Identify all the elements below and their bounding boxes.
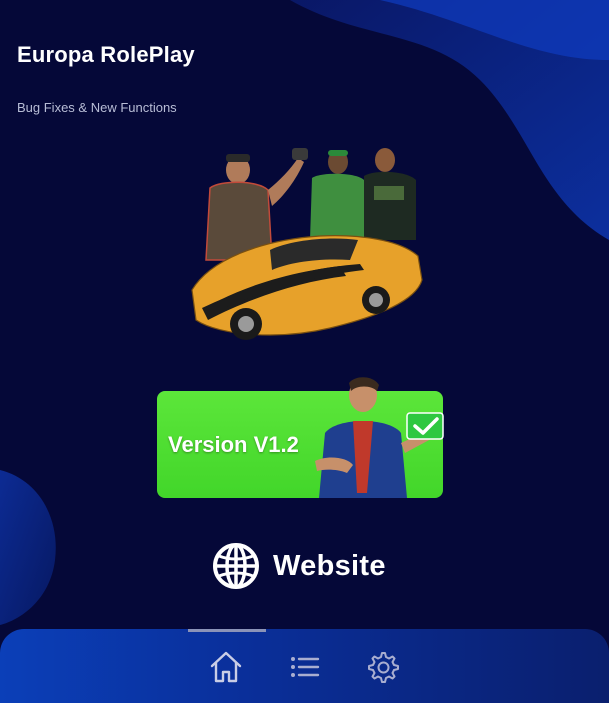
website-label: Website bbox=[273, 549, 386, 582]
version-character-image bbox=[315, 377, 444, 498]
nav-settings-button[interactable] bbox=[362, 647, 402, 687]
gear-icon bbox=[368, 652, 399, 683]
version-card[interactable]: Version V1.2 bbox=[157, 377, 444, 498]
list-icon bbox=[291, 657, 320, 677]
nav-home-button[interactable] bbox=[206, 647, 246, 687]
bottom-navigation bbox=[0, 629, 609, 703]
app-title: Europa RolePlay bbox=[17, 42, 195, 67]
version-label: Version V1.2 bbox=[168, 432, 299, 457]
website-button[interactable]: Website bbox=[211, 540, 386, 592]
home-icon bbox=[210, 651, 242, 683]
active-tab-indicator bbox=[188, 629, 266, 632]
nav-list-button[interactable] bbox=[284, 647, 324, 687]
globe-icon bbox=[213, 543, 259, 589]
app-screen: Europa RolePlay Bug Fixes & New Function… bbox=[0, 0, 609, 703]
character-middle bbox=[310, 150, 366, 240]
hero-illustration bbox=[191, 148, 423, 340]
app-subtitle: Bug Fixes & New Functions bbox=[17, 100, 177, 115]
character-right bbox=[364, 148, 416, 240]
